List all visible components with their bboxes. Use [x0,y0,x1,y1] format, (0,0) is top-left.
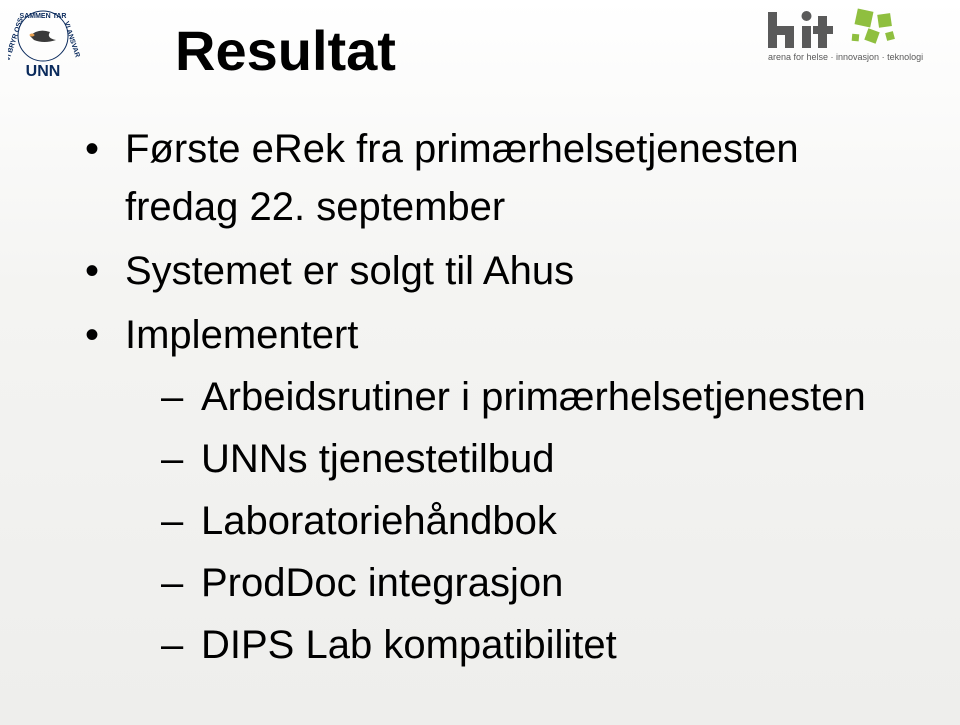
sub-bullet-item: Laboratoriehåndbok [161,492,920,550]
sub-bullet-item: ProdDoc integrasjon [161,554,920,612]
sub-bullet-text: UNNs tjenestetilbud [201,437,555,481]
slide-content: Første eRek fra primærhelsetjenesten fre… [85,120,920,680]
bullet-text: Implementert [125,313,358,357]
sub-bullet-text: Arbeidsrutiner i primærhelsetjenesten [201,375,866,419]
unn-circle-right: VI ANSVAR [62,21,80,59]
sub-bullet-text: DIPS Lab kompatibilitet [201,623,617,667]
bullet-item: Implementert Arbeidsrutiner i primærhels… [85,306,920,674]
hit-tagline: arena for helse · innovasjon · teknologi [768,52,923,62]
unn-circle-top: SAMMEN TAR [20,13,67,20]
sub-bullet-item: Arbeidsrutiner i primærhelsetjenesten [161,368,920,426]
unn-circle-left: VI BRYR OSS [8,17,25,62]
bullet-item: Systemet er solgt til Ahus [85,242,920,300]
bullet-item: Første eRek fra primærhelsetjenesten fre… [85,120,920,236]
slide-title: Resultat [175,18,396,83]
bullet-text: Systemet er solgt til Ahus [125,249,574,293]
hit-logo: arena for helse · innovasjon · teknologi [766,8,946,66]
bullet-text: Første eRek fra primærhelsetjenesten fre… [125,127,799,229]
sub-bullet-text: Laboratoriehåndbok [201,499,557,543]
sub-bullet-text: ProdDoc integrasjon [201,561,563,605]
sub-bullet-item: DIPS Lab kompatibilitet [161,616,920,674]
unn-label-text: UNN [26,63,61,80]
unn-logo: SAMMEN TAR VI BRYR OSS VI ANSVAR UNN [8,8,88,80]
sub-bullet-item: UNNs tjenestetilbud [161,430,920,488]
